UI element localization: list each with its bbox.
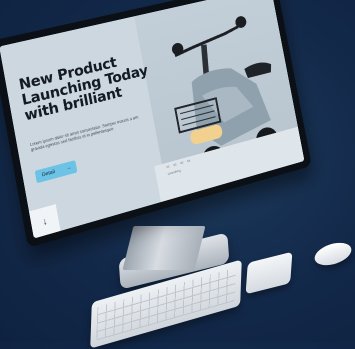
monitor: New Product Launching Today with brillia…	[0, 0, 312, 248]
tab-04[interactable]: 04	[187, 158, 191, 163]
desk-scene: New Product Launching Today with brillia…	[0, 0, 355, 349]
mouse	[311, 238, 355, 270]
trackpad	[245, 251, 293, 295]
tab-01[interactable]: 01	[166, 164, 170, 169]
tab-02[interactable]: 02	[173, 162, 177, 167]
monitor-screen: New Product Launching Today with brillia…	[0, 0, 305, 239]
arrow-down-icon: ↓	[41, 215, 49, 228]
monitor-stand-neck	[122, 226, 206, 270]
detail-button-label: Detail	[41, 168, 56, 179]
arrow-right-icon: →	[65, 164, 72, 172]
tab-03[interactable]: 03	[180, 160, 184, 165]
